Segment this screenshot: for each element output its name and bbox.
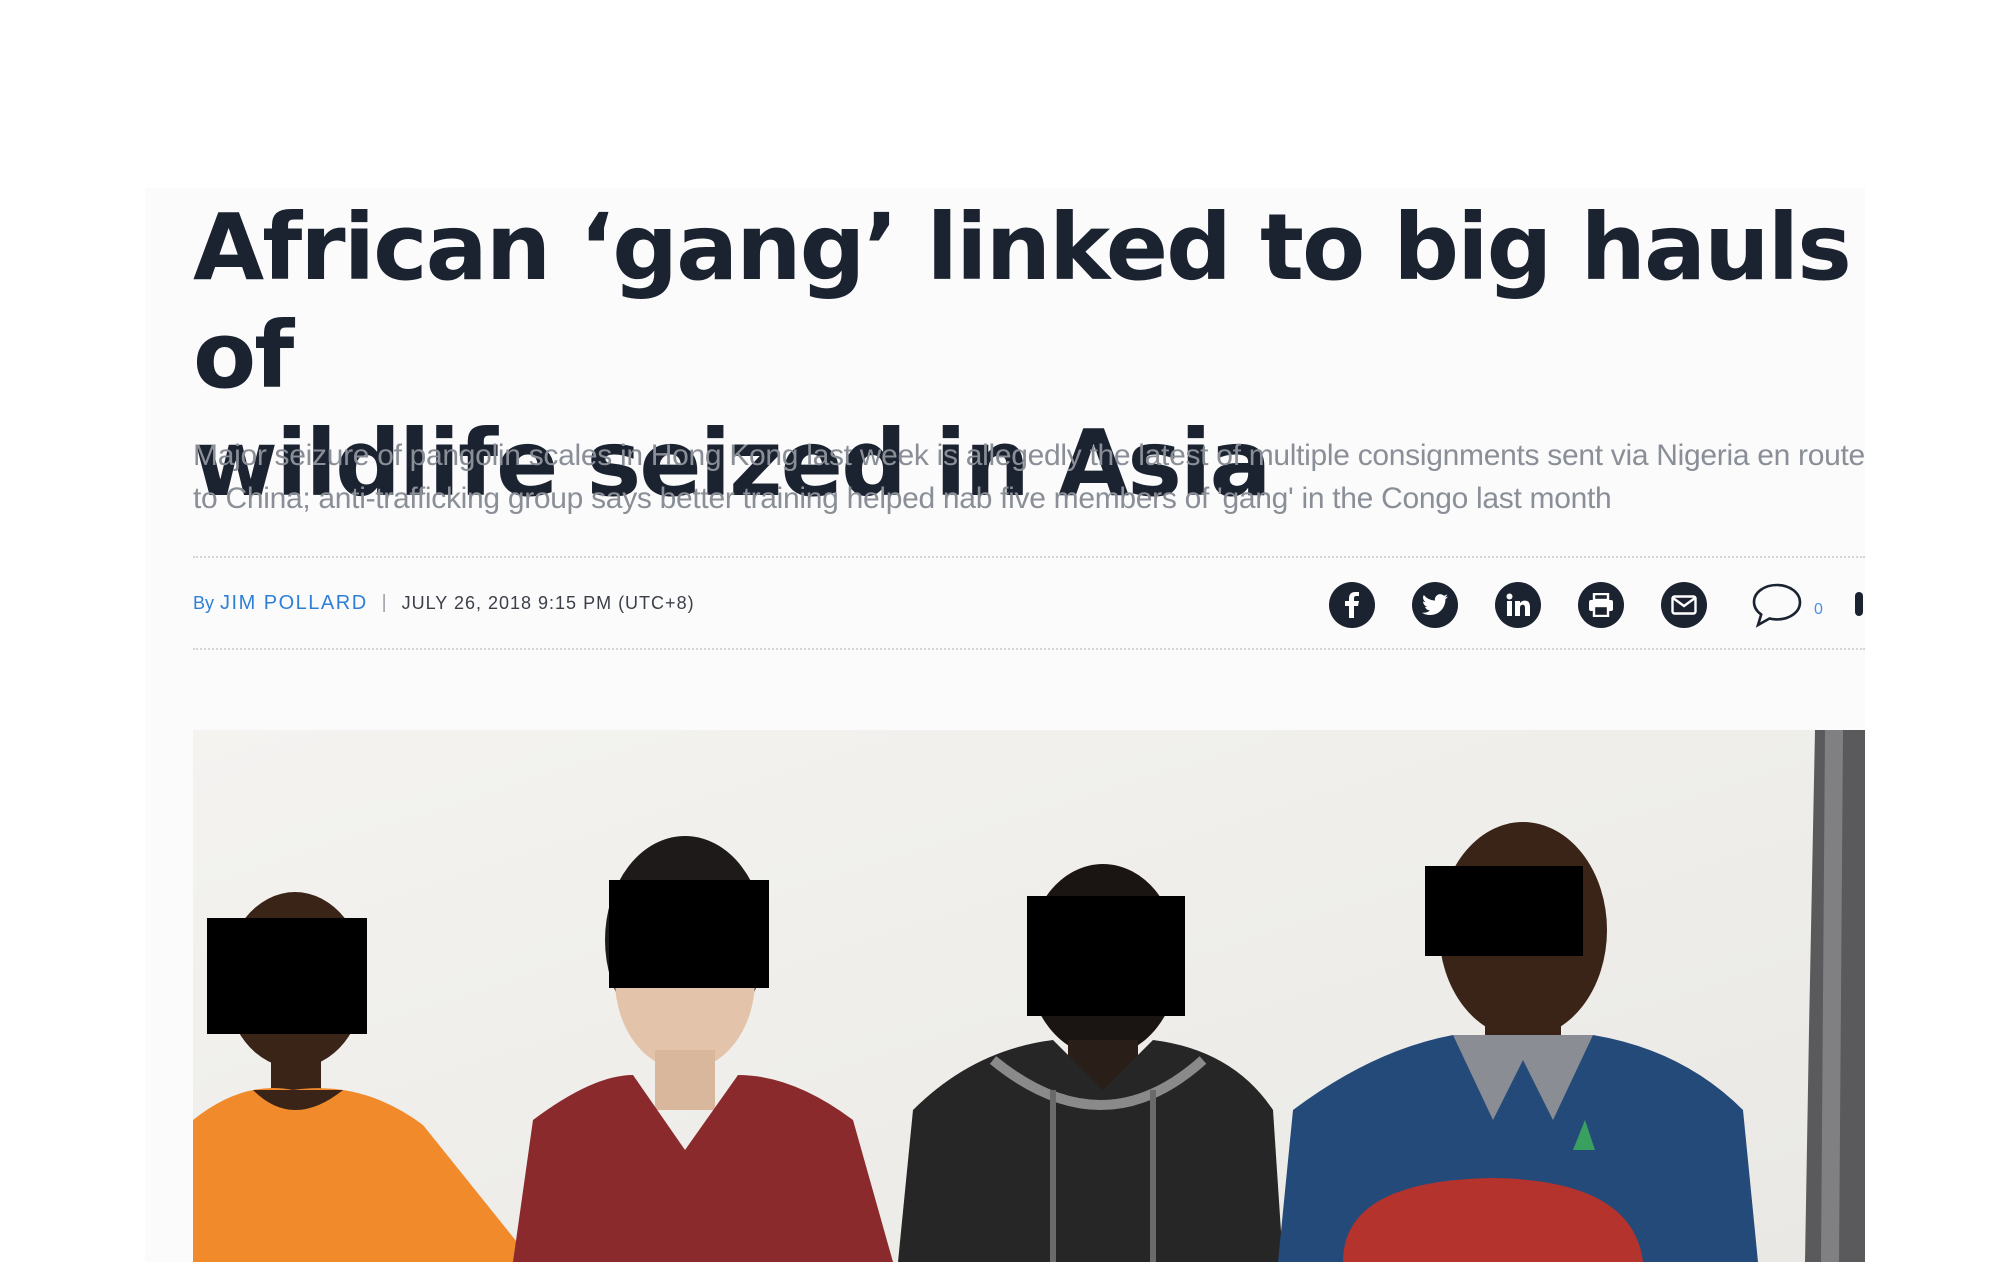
divider-bottom	[193, 648, 1865, 650]
email-share-button[interactable]	[1661, 582, 1707, 628]
censor-bar-4	[1425, 866, 1583, 956]
twitter-share-button[interactable]	[1412, 582, 1458, 628]
censor-bar-1	[207, 918, 367, 1034]
print-icon	[1589, 593, 1613, 617]
censor-bar-2	[609, 880, 769, 988]
article-subhead: Major seizure of pangolin scales in Hong…	[193, 439, 1865, 515]
more-share-icon[interactable]	[1855, 592, 1863, 616]
linkedin-share-button[interactable]	[1495, 582, 1541, 628]
byline-prefix: By	[193, 592, 215, 613]
email-icon	[1671, 595, 1697, 615]
byline-separator: |	[381, 592, 388, 613]
divider-top	[193, 556, 1865, 558]
headline-line-1: African ‘gang’ linked to big hauls of	[193, 194, 1852, 409]
article-card: African ‘gang’ linked to big hauls of wi…	[145, 188, 1865, 1262]
linkedin-icon	[1506, 593, 1530, 616]
comment-icon	[1752, 583, 1802, 628]
photo-illustration	[193, 730, 1865, 1262]
censor-bar-3	[1027, 896, 1185, 1016]
comments-button[interactable]: 0	[1748, 581, 1823, 629]
author-link[interactable]: JIM POLLARD	[220, 592, 368, 615]
article-photo	[193, 730, 1865, 1262]
publish-date: JULY 26, 2018 9:15 PM (UTC+8)	[401, 592, 695, 613]
byline: By JIM POLLARD | JULY 26, 2018 9:15 PM (…	[193, 588, 695, 618]
facebook-share-button[interactable]	[1329, 582, 1375, 628]
facebook-icon	[1345, 592, 1359, 618]
twitter-icon	[1422, 594, 1448, 616]
share-bar: 0	[1329, 580, 1863, 630]
print-button[interactable]	[1578, 582, 1624, 628]
comment-count: 0	[1814, 601, 1823, 618]
